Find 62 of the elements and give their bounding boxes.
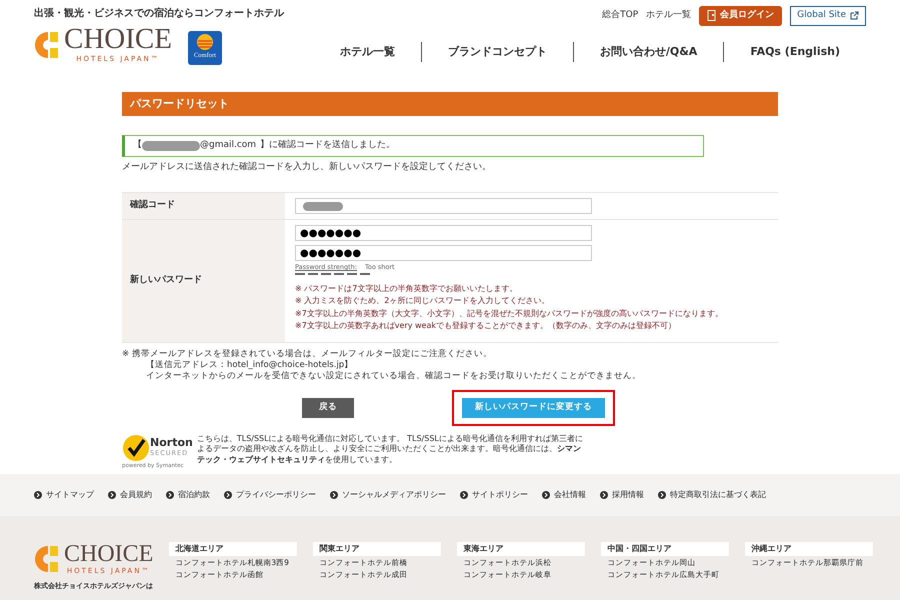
footer-link[interactable]: サイトマップ bbox=[34, 489, 94, 501]
password-field[interactable]: ●●●●●●● bbox=[295, 225, 592, 241]
footer-link[interactable]: 会員規約 bbox=[108, 489, 152, 501]
arrow-icon bbox=[658, 491, 666, 499]
nav-link[interactable]: FAQs (English) bbox=[723, 42, 866, 62]
bracket-text: 【 bbox=[133, 139, 142, 152]
login-button[interactable]: 会員ログイン bbox=[699, 6, 782, 26]
arrow-icon bbox=[34, 491, 42, 499]
footer-link[interactable]: 宿泊約款 bbox=[166, 489, 210, 501]
arrow-icon bbox=[224, 491, 232, 499]
footer-link[interactable]: ソーシャルメディアポリシー bbox=[330, 489, 446, 501]
area-title: 北海道エリア bbox=[169, 542, 298, 556]
footer-link[interactable]: 採用情報 bbox=[600, 489, 644, 501]
choice-logo-icon bbox=[34, 544, 60, 574]
rule-text: ※7文字以上の半角英数字（大文字、小文字）、記号を混ぜた不規則なパスワードが強度の高いパスワードになります。 bbox=[295, 308, 724, 320]
notice-text: 】に確認コードを送信しました。 bbox=[260, 139, 396, 152]
nav-link[interactable]: ブランドコンセプト bbox=[420, 42, 573, 62]
area-title: 東海エリア bbox=[457, 542, 586, 556]
page-title: パスワードリセット bbox=[122, 92, 778, 116]
instruction-text: メールアドレスに送信された確認コードを入力し、新しいパスワードを設定してください。 bbox=[122, 160, 492, 174]
area-title: 関東エリア bbox=[313, 542, 442, 556]
arrow-icon bbox=[542, 491, 550, 499]
tagline: 出張・観光・ビジネスでの宿泊ならコンフォートホテル bbox=[34, 6, 284, 21]
nav-link[interactable]: お問い合わせ/Q&A bbox=[572, 42, 724, 62]
global-site-button[interactable]: Global Site bbox=[790, 6, 866, 26]
note-text: インターネットからのメールを受信できない設定にされている場合、確認コードをお受け取りいただくことができません。 bbox=[145, 370, 642, 382]
field-label: 確認コード bbox=[122, 193, 285, 219]
note-text: ※ 携帯メールアドレスを登録されている場合は、メールフィルター設定にご注意ください。 bbox=[122, 348, 493, 360]
arrow-icon bbox=[460, 491, 468, 499]
code-field[interactable] bbox=[295, 198, 592, 214]
external-link-icon bbox=[850, 11, 859, 20]
area-title: 中国・四国エリア bbox=[601, 542, 730, 556]
arrow-icon bbox=[330, 491, 338, 499]
security-text: こちらは、TLS/SSLによる暗号化通信に対応しています。 TLS/SSLによる暗号化通信を利用すれば第三者によるデータの盗用や改ざんを防止し、より安全にご利用いただくことが出来ます。暗号化通信には、シマンテック・ウェブサイトセキュリティを使用しています。 bbox=[196, 434, 584, 466]
sun-icon bbox=[196, 32, 214, 51]
arrow-icon bbox=[108, 491, 116, 499]
checkmark-icon bbox=[122, 434, 150, 462]
nav-link[interactable]: ホテル一覧 bbox=[314, 42, 421, 62]
rule-text: ※ パスワードは7文字以上の半角英数字でお願いいたします。 bbox=[295, 282, 518, 295]
redaction-mark bbox=[142, 140, 200, 151]
badge-brand: Norton bbox=[150, 436, 193, 449]
arrow-icon bbox=[600, 491, 608, 499]
top-link[interactable]: 総合TOP bbox=[602, 9, 638, 22]
logo-wordmark: CHOICE bbox=[64, 542, 154, 566]
door-icon bbox=[707, 10, 716, 22]
back-button[interactable]: 戻る bbox=[302, 398, 354, 418]
footer-link[interactable]: 特定商取引法に基づく表記 bbox=[658, 489, 766, 501]
footer-link[interactable]: サイトポリシー bbox=[460, 489, 528, 501]
arrow-icon bbox=[166, 491, 174, 499]
choice-logo-icon bbox=[34, 30, 60, 60]
footer-link[interactable]: 会社情報 bbox=[542, 489, 586, 501]
password-field[interactable]: ●●●●●●● bbox=[295, 245, 592, 261]
rule-text: ※7文字以上の英数字あればvery weakでも登録することができます。（数字のみ、文字のみは登録不可） bbox=[295, 320, 678, 332]
rule-text: ※ 入力ミスを防ぐため、2ヶ所に同じパスワードを入力してください。 bbox=[295, 295, 550, 308]
note-text: 【送信元アドレス：hotel_info@choice-hotels.jp】 bbox=[145, 360, 354, 370]
top-link[interactable]: ホテル一覧 bbox=[646, 9, 692, 22]
email-domain: @gmail.com bbox=[200, 139, 256, 152]
area-title: 沖縄エリア bbox=[745, 542, 874, 556]
field-label: 新しいパスワード bbox=[122, 220, 285, 342]
logo-wordmark: CHOICE bbox=[64, 25, 172, 54]
footer-link[interactable]: プライバシーポリシー bbox=[224, 489, 316, 501]
redaction-mark bbox=[303, 202, 343, 211]
